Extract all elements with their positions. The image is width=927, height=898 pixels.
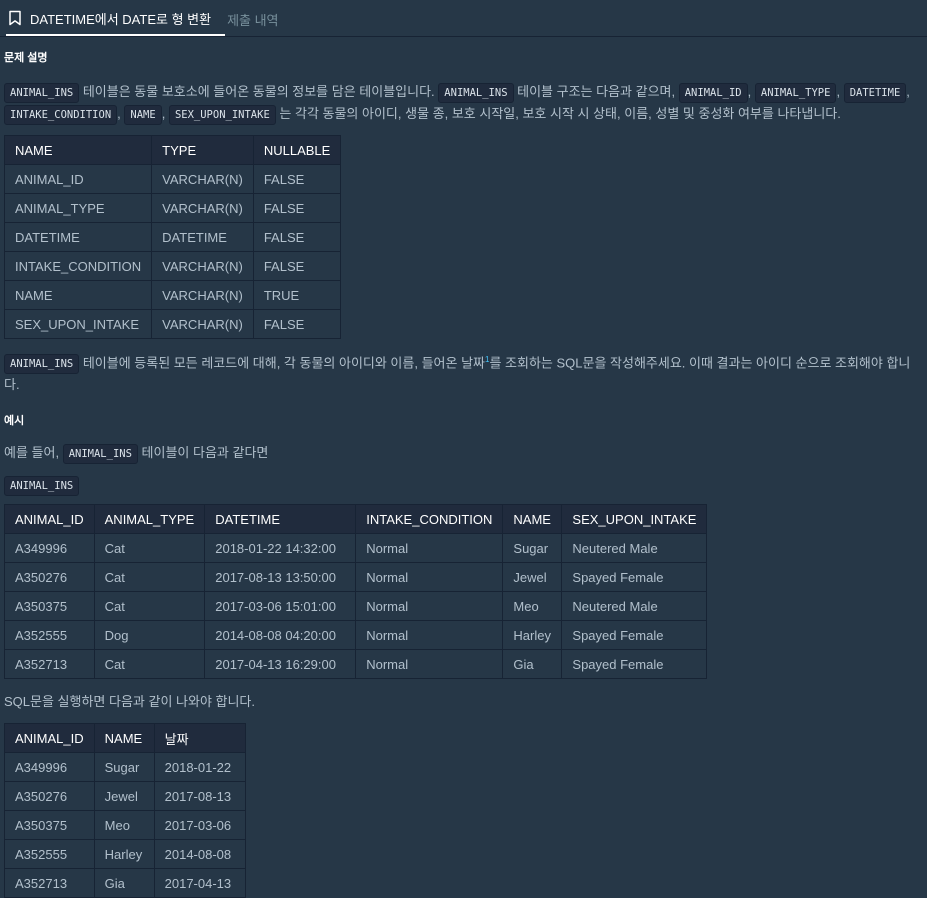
- table-row: A350276 Jewel 2017-08-13: [4, 781, 246, 812]
- result-text: SQL문을 실행하면 다음과 같이 나와야 합니다.: [4, 694, 256, 710]
- schema-table: NAME TYPE NULLABLE ANIMAL_ID VARCHAR(N) FA…: [3, 135, 342, 339]
- column-header: SEX_UPON_INTAKE: [561, 504, 708, 535]
- column-header: ANIMAL_ID: [4, 723, 95, 754]
- tab-problem[interactable]: DATETIME에서 DATE로 형 변환: [6, 2, 226, 36]
- inline-code: ANIMAL_ID: [678, 83, 748, 103]
- table-row: A349996 Cat 2018-01-22 14:32:00 Normal Sugar…: [4, 533, 708, 564]
- inline-code: ANIMAL_INS: [4, 83, 80, 103]
- tab-submissions-label: 제출 내역: [227, 12, 279, 28]
- table-row: DATETIME DATETIME FALSE: [3, 222, 342, 252]
- table-row: A352713 Gia 2017-04-13: [4, 868, 246, 898]
- column-header: INTAKE_CONDITION: [355, 504, 504, 535]
- tab-bar: DATETIME에서 DATE로 형 변환 제출 내역: [0, 0, 927, 37]
- column-header: ANIMAL_TYPE: [93, 504, 206, 535]
- inline-code: NAME: [124, 105, 162, 125]
- inline-code: ANIMAL_INS: [4, 476, 80, 497]
- table-row: NAME VARCHAR(N) TRUE: [3, 280, 342, 310]
- column-header: DATETIME: [204, 504, 357, 535]
- table-row: A350276 Cat 2017-08-13 13:50:00 Normal Jewel…: [4, 562, 708, 593]
- table-row: SEX_UPON_INTAKE VARCHAR(N) FALSE: [3, 309, 342, 339]
- inline-code: ANIMAL_INS: [62, 444, 138, 465]
- column-header: NAME: [502, 504, 563, 535]
- inline-code: INTAKE_CONDITION: [4, 105, 118, 125]
- table-row: A349996 Sugar 2018-01-22: [4, 752, 246, 783]
- table-row: A352713 Cat 2017-04-13 16:29:00 Normal Gia Sp…: [4, 649, 708, 680]
- column-header: TYPE: [151, 135, 254, 165]
- table-row: ANIMAL_ID VARCHAR(N) FALSE: [3, 164, 342, 194]
- example-intro: 예를 들어, ANIMAL_INS 테이블이 다음과 같다면: [4, 442, 923, 465]
- table-row: A352555 Dog 2014-08-08 04:20:00 Normal Harle…: [4, 620, 708, 651]
- table-row: A350375 Cat 2017-03-06 15:01:00 Normal Meo Ne…: [4, 591, 708, 622]
- table-row: ANIMAL_TYPE VARCHAR(N) FALSE: [3, 193, 342, 223]
- inline-code: DATETIME: [843, 83, 907, 103]
- example-title: 예시: [4, 415, 25, 428]
- column-header: ANIMAL_ID: [4, 504, 95, 535]
- inline-code: ANIMAL_INS: [438, 83, 514, 103]
- column-header: NULLABLE: [252, 135, 342, 165]
- description-paragraph-1: ANIMAL_INS 테이블은 동물 보호소에 들어온 동물의 정보를 담은 테…: [4, 81, 923, 125]
- table-row: INTAKE_CONDITION VARCHAR(N) FALSE: [3, 251, 342, 281]
- description-title: 문제 설명: [4, 52, 48, 64]
- table-header-row: ANIMAL_ID ANIMAL_TYPE DATETIME INTAKE_CO…: [4, 504, 708, 535]
- column-header: 날짜: [153, 723, 246, 754]
- table-row: A352555 Harley 2014-08-08: [4, 839, 246, 870]
- problem-content: 문제 설명 ANIMAL_INS 테이블은 동물 보호소에 들어온 동물의 정보…: [0, 49, 927, 898]
- table-header-row: ANIMAL_ID NAME 날짜: [4, 723, 246, 754]
- input-table: ANIMAL_ID ANIMAL_TYPE DATETIME INTAKE_CO…: [4, 504, 708, 680]
- tab-submissions[interactable]: 제출 내역: [225, 2, 292, 36]
- table-header-row: NAME TYPE NULLABLE: [3, 135, 342, 165]
- table-row: A350375 Meo 2017-03-06: [4, 810, 246, 841]
- column-header: NAME: [93, 723, 155, 754]
- column-header: NAME: [3, 135, 153, 165]
- result-table: ANIMAL_ID NAME 날짜 A349996 Sugar 2018-01-22…: [4, 723, 246, 898]
- description-paragraph-2: ANIMAL_INS 테이블에 등록된 모든 레코드에 대해, 각 동물의 아이…: [4, 354, 911, 393]
- inline-code: ANIMAL_TYPE: [754, 83, 837, 103]
- tab-problem-label: DATETIME에서 DATE로 형 변환: [30, 11, 212, 27]
- bookmark-icon[interactable]: [8, 10, 22, 26]
- inline-code: ANIMAL_INS: [4, 354, 80, 375]
- inline-code: SEX_UPON_INTAKE: [168, 105, 276, 125]
- example-table-label: ANIMAL_INS: [4, 474, 923, 497]
